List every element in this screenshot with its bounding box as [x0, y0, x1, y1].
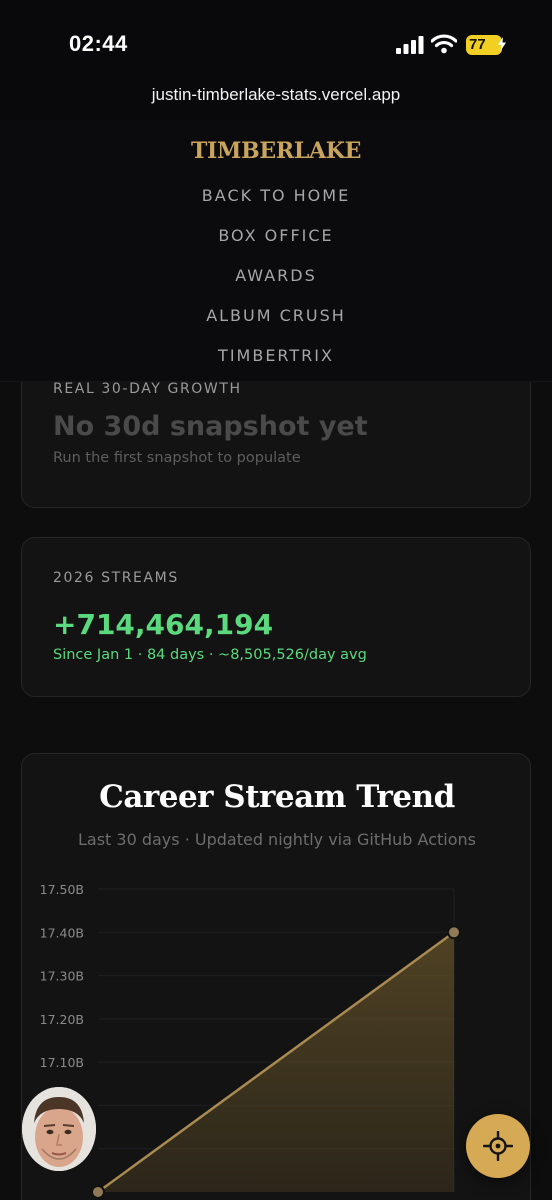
status-time: 02:44 — [69, 31, 128, 56]
data-point — [447, 925, 461, 940]
nav-item-album-crush[interactable]: ALBUM CRUSH — [0, 306, 552, 325]
data-point — [91, 1185, 105, 1199]
charging-bolt-icon — [498, 37, 506, 51]
nav-item-box-office[interactable]: BOX OFFICE — [0, 226, 552, 245]
y-tick-label: 17.30B — [40, 969, 84, 984]
nav-menu: TIMBERLAKE BACK TO HOME BOX OFFICE AWARD… — [0, 120, 552, 382]
crosshair-fab-button[interactable] — [466, 1114, 530, 1178]
crosshair-icon — [483, 1131, 513, 1161]
address-bar[interactable]: justin-timberlake-stats.vercel.app — [0, 80, 552, 120]
y-tick-label: 17.20B — [40, 1012, 84, 1027]
y-tick-label: 17.50B — [40, 882, 84, 897]
avatar[interactable] — [22, 1087, 96, 1171]
battery-level: 77 — [469, 36, 486, 53]
wifi-icon — [431, 34, 457, 54]
avatar-face-icon — [22, 1087, 96, 1171]
brand-logo[interactable]: TIMBERLAKE — [0, 138, 552, 164]
status-bar: 02:44 77 — [0, 0, 552, 80]
y-tick-label: 17.40B — [40, 925, 84, 940]
battery-indicator: 77 — [466, 35, 502, 55]
y-tick-label: 17.10B — [40, 1055, 84, 1070]
cellular-signal-icon — [396, 36, 424, 54]
url-text: justin-timberlake-stats.vercel.app — [151, 85, 401, 104]
nav-item-timbertrix[interactable]: TIMBERTRIX — [0, 346, 552, 365]
nav-item-awards[interactable]: AWARDS — [0, 266, 552, 285]
nav-item-back-to-home[interactable]: BACK TO HOME — [0, 186, 552, 205]
